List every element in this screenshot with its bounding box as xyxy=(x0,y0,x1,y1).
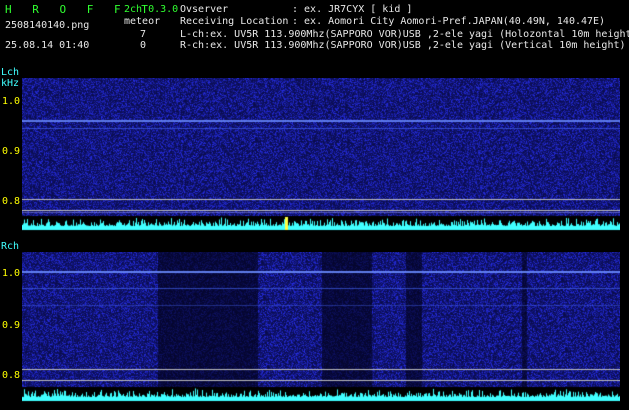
rch-waterfall xyxy=(22,252,620,402)
rch-freq-0-8: 0.8 xyxy=(2,370,21,381)
location-value: : ex. Aomori City Aomori-Pref.JAPAN(40.4… xyxy=(292,16,606,27)
lch-unit-label: kHz xyxy=(1,78,20,89)
observer-label: Ovserver xyxy=(180,4,229,15)
meteor-label: meteor xyxy=(124,16,161,27)
rch-info: R-ch:ex. UV5R 113.900Mhz(SAPPORO VOR)USB… xyxy=(180,40,626,51)
datetime-label: 25.08.14 01:40 xyxy=(5,40,90,51)
mode-label: 2ch 0.3.0 xyxy=(124,4,179,15)
lch-freq-0-8: 0.8 xyxy=(2,196,21,207)
rch-channel-label: Rch xyxy=(1,241,20,252)
lch-waterfall-canvas xyxy=(22,78,620,232)
rch-waterfall-canvas xyxy=(22,252,620,402)
filename-label: 2508140140.png xyxy=(5,20,90,31)
rch-meteor-count: 0 xyxy=(140,40,147,51)
observer-value: : ex. JR7CYX [ kid ] xyxy=(292,4,413,15)
lch-info: L-ch:ex. UV5R 113.900Mhz(SAPPORO VOR)USB… xyxy=(180,29,629,40)
lch-channel-label: Lch xyxy=(1,67,20,78)
lch-freq-1-0: 1.0 xyxy=(2,96,21,107)
location-label: Receiving Location xyxy=(180,16,289,27)
rch-freq-1-0: 1.0 xyxy=(2,268,21,279)
lch-freq-0-9: 0.9 xyxy=(2,146,21,157)
lch-meteor-count: 7 xyxy=(140,29,147,40)
lch-waterfall xyxy=(22,78,620,232)
rch-freq-0-9: 0.9 xyxy=(2,320,21,331)
